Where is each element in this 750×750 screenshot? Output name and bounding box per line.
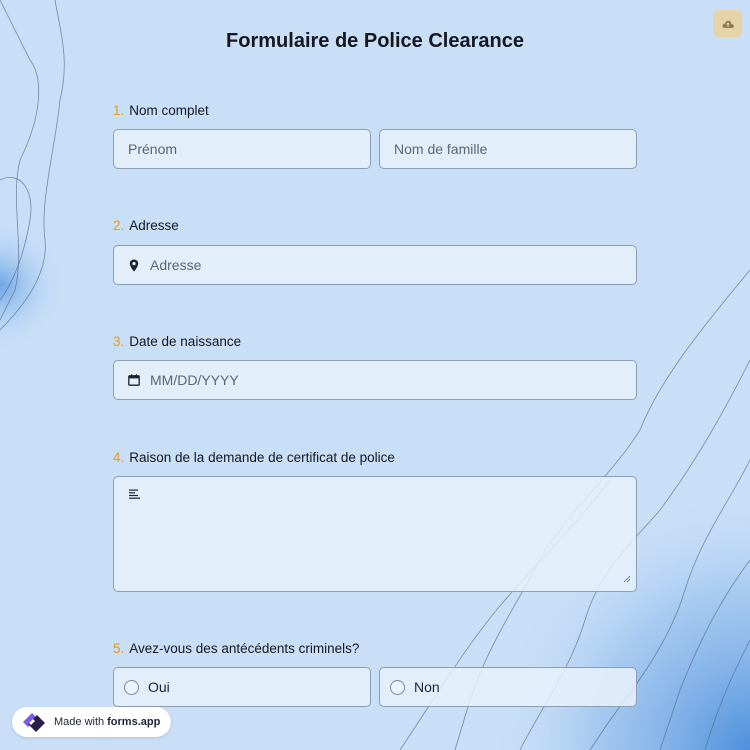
- option-no[interactable]: Non: [379, 667, 637, 707]
- reason-textarea[interactable]: [113, 476, 637, 592]
- last-name-placeholder: Nom de famille: [394, 141, 488, 157]
- question-1-number: 1.: [113, 103, 125, 118]
- badge-prefix: Made with: [54, 716, 105, 728]
- address-placeholder: Adresse: [150, 257, 202, 273]
- birthdate-input[interactable]: MM/DD/YYYY: [113, 360, 637, 400]
- question-1-text: Nom complet: [129, 103, 209, 118]
- first-name-input[interactable]: Prénom: [113, 129, 371, 169]
- question-2-label: 2. Adresse: [113, 218, 179, 233]
- question-5-text: Avez-vous des antécédents criminels?: [129, 641, 360, 656]
- question-4-label: 4. Raison de la demande de certificat de…: [113, 450, 395, 465]
- question-5-label: 5. Avez-vous des antécédents criminels?: [113, 641, 359, 656]
- question-1-label: 1. Nom complet: [113, 103, 209, 118]
- option-yes[interactable]: Oui: [113, 667, 371, 707]
- birthdate-placeholder: MM/DD/YYYY: [150, 372, 239, 388]
- resize-handle[interactable]: [623, 569, 631, 585]
- text-lines-icon: [124, 489, 144, 499]
- question-3-label: 3. Date de naissance: [113, 334, 241, 349]
- question-3-text: Date de naissance: [129, 334, 242, 349]
- option-yes-label: Oui: [148, 679, 170, 695]
- question-3-number: 3.: [113, 334, 125, 349]
- question-4-number: 4.: [113, 450, 125, 465]
- last-name-input[interactable]: Nom de famille: [379, 129, 637, 169]
- option-no-label: Non: [414, 679, 440, 695]
- question-2-text: Adresse: [129, 218, 179, 233]
- question-2-number: 2.: [113, 218, 125, 233]
- form-title: Formulaire de Police Clearance: [226, 30, 524, 52]
- address-input[interactable]: Adresse: [113, 245, 637, 285]
- question-4-text: Raison de la demande de certificat de po…: [129, 450, 395, 465]
- made-with-badge[interactable]: Made with forms.app: [12, 707, 171, 737]
- calendar-icon: [124, 374, 144, 386]
- cloud-upload-icon: [722, 20, 734, 28]
- radio-yes[interactable]: [124, 679, 139, 695]
- first-name-placeholder: Prénom: [128, 141, 178, 157]
- location-pin-icon: [124, 259, 144, 272]
- question-5-number: 5.: [113, 641, 125, 656]
- badge-brand: forms.app: [107, 716, 161, 728]
- forms-app-logo-icon: [20, 710, 48, 734]
- radio-no[interactable]: [390, 679, 405, 695]
